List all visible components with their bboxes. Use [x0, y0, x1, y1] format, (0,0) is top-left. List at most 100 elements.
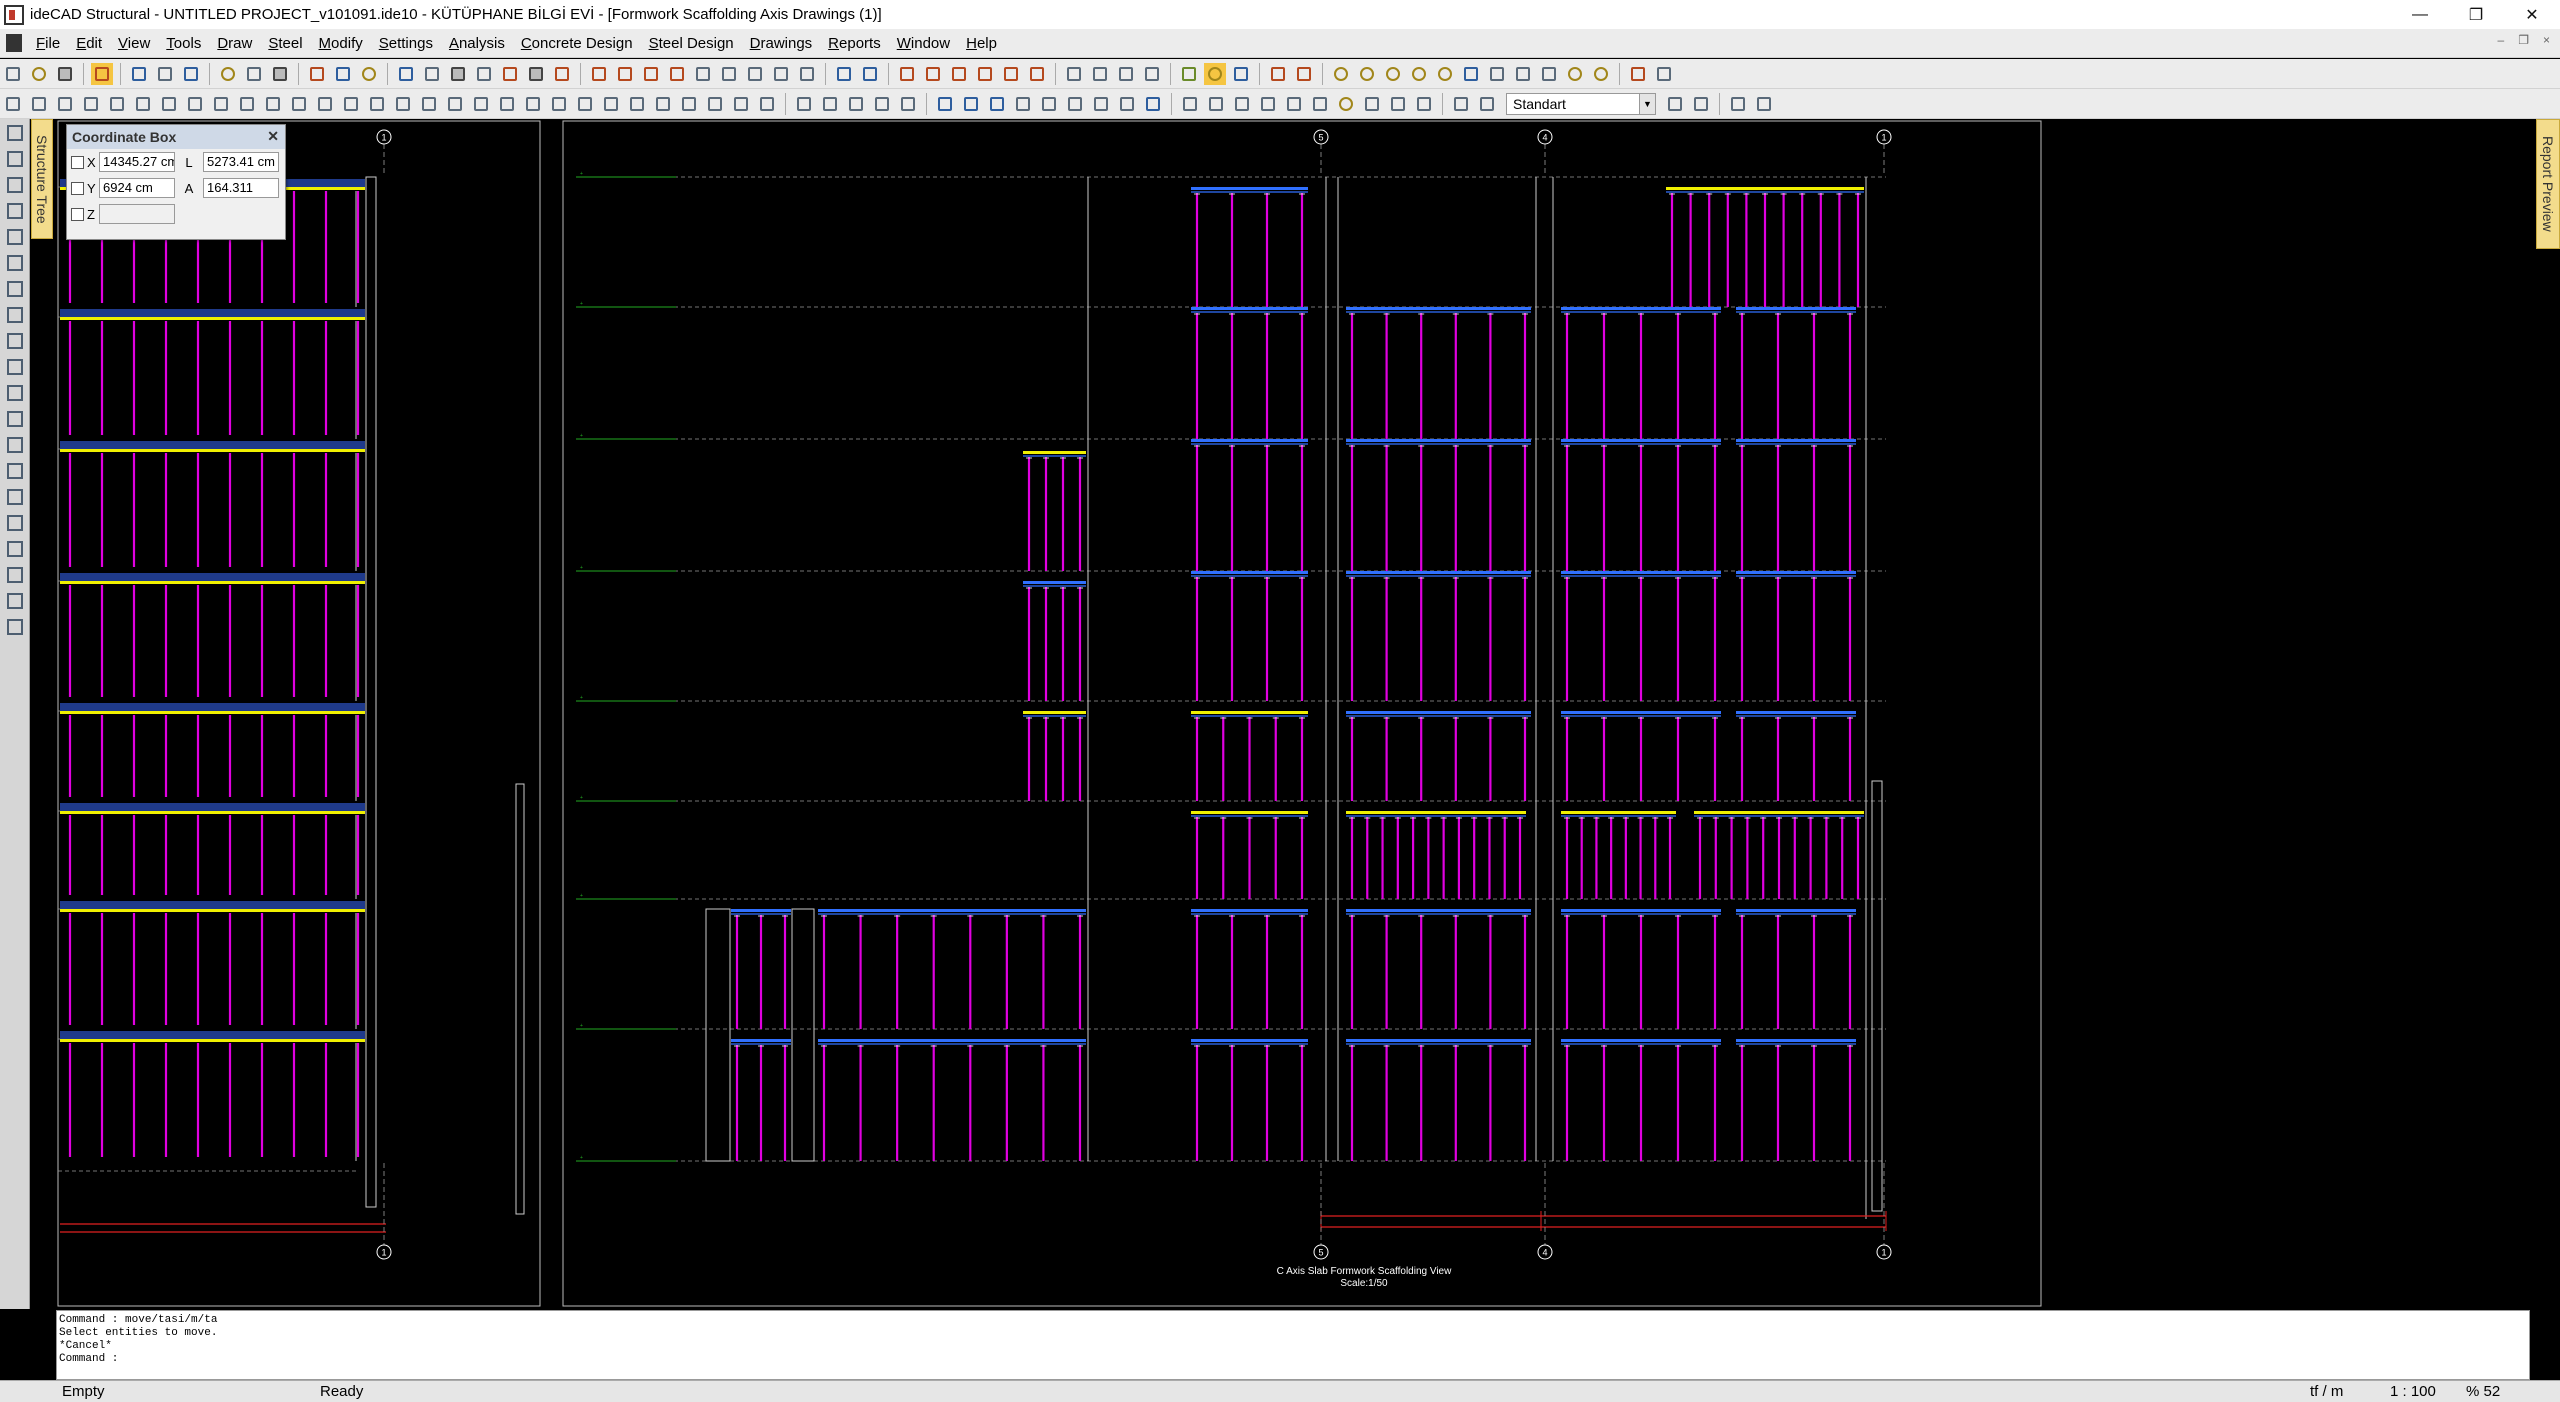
- x-lock-checkbox[interactable]: [71, 155, 84, 169]
- refresh-icon[interactable]: [180, 63, 202, 85]
- distance-icon[interactable]: [1293, 63, 1315, 85]
- layers-icon[interactable]: [1450, 93, 1472, 115]
- purlin-icon[interactable]: [340, 93, 362, 115]
- snap-mid-icon[interactable]: [922, 63, 944, 85]
- align-icon[interactable]: [525, 63, 547, 85]
- stair-icon[interactable]: [1564, 63, 1586, 85]
- line-icon[interactable]: [1231, 93, 1253, 115]
- app-logo-icon[interactable]: [4, 4, 24, 25]
- join-icon[interactable]: [744, 63, 766, 85]
- texture-icon[interactable]: [1434, 63, 1456, 85]
- fillet-icon[interactable]: [770, 63, 792, 85]
- plate-icon[interactable]: [418, 93, 440, 115]
- pile-icon[interactable]: [262, 93, 284, 115]
- fill-icon[interactable]: [1387, 93, 1409, 115]
- table-icon[interactable]: [1653, 63, 1675, 85]
- grid-line-icon[interactable]: [819, 93, 841, 115]
- dock-wall-icon[interactable]: [5, 203, 25, 223]
- block-icon[interactable]: [934, 93, 956, 115]
- dock-stair-icon[interactable]: [5, 281, 25, 301]
- layer-icon[interactable]: [1627, 63, 1649, 85]
- image-icon[interactable]: [1142, 93, 1164, 115]
- cross-icon[interactable]: [718, 63, 740, 85]
- lightning-icon[interactable]: [1590, 63, 1612, 85]
- mdi-restore-icon[interactable]: ❐: [2518, 33, 2529, 47]
- spline-icon[interactable]: [1283, 93, 1305, 115]
- restore-icon[interactable]: ❐: [2448, 0, 2504, 29]
- menu-modify[interactable]: Modify: [311, 35, 371, 52]
- dock-detail-icon[interactable]: [5, 567, 25, 587]
- picture-icon[interactable]: [1179, 93, 1201, 115]
- z-lock-checkbox[interactable]: [71, 207, 84, 221]
- ortho-icon[interactable]: [1204, 62, 1226, 85]
- arc-icon[interactable]: [1038, 93, 1060, 115]
- level-icon[interactable]: [1089, 63, 1111, 85]
- menu-settings[interactable]: Settings: [371, 35, 441, 52]
- close-icon[interactable]: ✕: [2504, 0, 2560, 29]
- shade-icon[interactable]: [1382, 63, 1404, 85]
- open-file-icon[interactable]: [28, 63, 50, 85]
- cover-icon[interactable]: [652, 93, 674, 115]
- dimension-icon[interactable]: [833, 63, 855, 85]
- undo-icon[interactable]: [128, 63, 150, 85]
- eraser-icon[interactable]: [358, 63, 380, 85]
- brush-icon[interactable]: [332, 63, 354, 85]
- connection-icon[interactable]: [392, 93, 414, 115]
- snap-perp-icon[interactable]: [974, 63, 996, 85]
- pencil-icon[interactable]: [306, 63, 328, 85]
- dock-load-icon[interactable]: [5, 385, 25, 405]
- menu-steel-design[interactable]: Steel Design: [641, 35, 742, 52]
- report-preview-tab[interactable]: Report Preview: [2536, 119, 2560, 249]
- angle-icon[interactable]: [1512, 63, 1534, 85]
- new-file-icon[interactable]: [2, 63, 24, 85]
- status-zoom[interactable]: % 52: [2466, 1383, 2500, 1400]
- copy-clip-icon[interactable]: [1727, 93, 1749, 115]
- axis-bubble-icon[interactable]: [845, 93, 867, 115]
- dock-slab-icon[interactable]: [5, 229, 25, 249]
- pan-icon[interactable]: [269, 63, 291, 85]
- structure-tree-tab[interactable]: Structure Tree: [31, 119, 53, 239]
- dock-hatch-icon[interactable]: [5, 489, 25, 509]
- dock-find-icon[interactable]: [5, 619, 25, 639]
- dock-text-icon[interactable]: [5, 463, 25, 483]
- redo-icon[interactable]: [154, 63, 176, 85]
- insert-icon[interactable]: [960, 93, 982, 115]
- snap-center-icon[interactable]: [948, 63, 970, 85]
- rebar-icon[interactable]: [522, 93, 544, 115]
- paint-icon[interactable]: [986, 93, 1008, 115]
- close-icon[interactable]: ✕: [267, 128, 279, 145]
- dock-column-icon[interactable]: [5, 151, 25, 171]
- drawing-canvas[interactable]: + + + + + + + + + C Axis Slab Formwork Scaffoldi…: [56, 119, 2530, 1309]
- coordinate-box-title[interactable]: Coordinate Box ✕: [67, 125, 285, 149]
- menu-analysis[interactable]: Analysis: [441, 35, 513, 52]
- dock-select-icon[interactable]: [5, 125, 25, 145]
- properties-icon[interactable]: [1690, 93, 1712, 115]
- triangle-icon[interactable]: [395, 63, 417, 85]
- cloud-icon[interactable]: [1012, 93, 1034, 115]
- joist-icon[interactable]: [236, 93, 258, 115]
- stirrup-icon[interactable]: [574, 93, 596, 115]
- render-icon[interactable]: [1356, 63, 1378, 85]
- dock-steel-icon[interactable]: [5, 359, 25, 379]
- trim-icon[interactable]: [588, 63, 610, 85]
- mesh-icon[interactable]: [548, 93, 570, 115]
- l-field[interactable]: 5273.41 cm: [203, 152, 279, 172]
- array-icon[interactable]: [640, 63, 662, 85]
- measure-icon[interactable]: [1267, 63, 1289, 85]
- menu-concrete-design[interactable]: Concrete Design: [513, 35, 641, 52]
- menu-steel[interactable]: Steel: [260, 35, 310, 52]
- section-icon[interactable]: [1141, 63, 1163, 85]
- menu-reports[interactable]: Reports: [820, 35, 889, 52]
- dock-axis-icon[interactable]: [5, 411, 25, 431]
- slope-icon[interactable]: [1538, 63, 1560, 85]
- weld-icon[interactable]: [470, 93, 492, 115]
- column-icon[interactable]: [2, 93, 24, 115]
- table-insert-icon[interactable]: [1116, 93, 1138, 115]
- polyline-icon[interactable]: [1257, 93, 1279, 115]
- mdi-minimize-icon[interactable]: –: [2498, 33, 2505, 47]
- dimension-aligned-icon[interactable]: [859, 63, 881, 85]
- ramp-icon[interactable]: [184, 93, 206, 115]
- anchor-icon[interactable]: [496, 93, 518, 115]
- stair-tool-icon[interactable]: [158, 93, 180, 115]
- grid-icon[interactable]: [1178, 63, 1200, 85]
